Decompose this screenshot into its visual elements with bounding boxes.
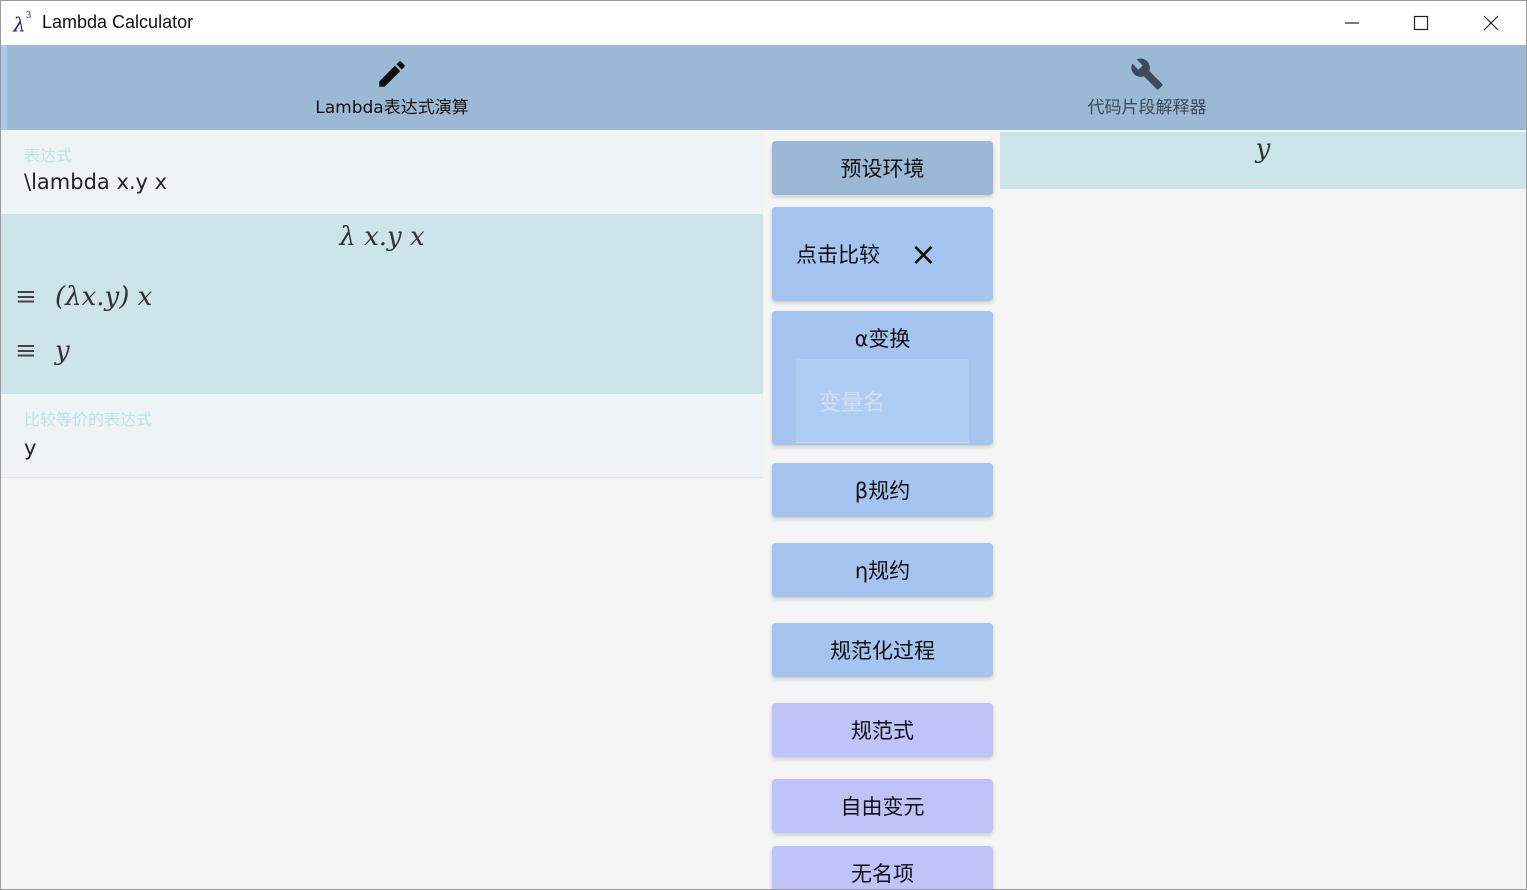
equivalence-symbol: ≡	[15, 336, 37, 366]
eta-reduction-button[interactable]: η规约	[772, 543, 993, 597]
beta-reduction-button[interactable]: β规约	[772, 463, 993, 517]
close-button[interactable]	[1456, 1, 1526, 45]
anonymous-term-button[interactable]: 无名项	[772, 846, 993, 889]
alpha-label: α变换	[854, 327, 911, 351]
action-column: 预设环境 点击比较 × α变换 变量名 β规约 η规约 规范化过程 规范式 自由…	[763, 132, 1000, 889]
close-icon: ×	[910, 235, 937, 273]
lambda-app-icon: λ3	[13, 11, 32, 37]
compare-input[interactable]: y	[24, 436, 36, 460]
step-expression: (λx.y) x	[55, 282, 153, 312]
app-window: λ3 Lambda Calculator Lambda表达式演算 代码片段解释器…	[0, 0, 1527, 890]
derivation-step: ≡ y	[15, 336, 70, 366]
top-navigation: Lambda表达式演算 代码片段解释器	[1, 45, 1526, 130]
wrench-icon	[1131, 58, 1163, 90]
tab-snippet-interpreter[interactable]: 代码片段解释器	[1022, 45, 1272, 130]
rendered-expression: λ x.y x	[339, 222, 425, 252]
variable-name-input[interactable]: 变量名	[796, 359, 969, 443]
result-expression: y	[1255, 134, 1271, 164]
tab-label: 代码片段解释器	[1087, 98, 1207, 118]
expression-input[interactable]: \lambda x.y x	[24, 170, 167, 194]
preset-environment-button[interactable]: 预设环境	[772, 141, 993, 195]
derivation-panel: λ x.y x ≡ (λx.y) x ≡ y	[1, 214, 763, 394]
title-bar[interactable]: λ3 Lambda Calculator	[1, 1, 1526, 45]
tab-lambda-calculus[interactable]: Lambda表达式演算	[267, 45, 517, 130]
free-variables-button[interactable]: 自由变元	[772, 779, 993, 833]
normal-form-button[interactable]: 规范式	[772, 703, 993, 757]
compare-label: 比较等价的表达式	[24, 410, 153, 429]
normalization-process-button[interactable]: 规范化过程	[772, 623, 993, 677]
pencil-icon	[379, 61, 405, 87]
equivalence-symbol: ≡	[15, 282, 37, 312]
derivation-step: ≡ (λx.y) x	[15, 282, 152, 312]
minimize-button[interactable]	[1317, 1, 1387, 45]
step-expression: y	[55, 336, 70, 366]
window-title: Lambda Calculator	[42, 12, 194, 32]
maximize-button[interactable]	[1386, 1, 1456, 45]
compare-button[interactable]: 点击比较 ×	[772, 207, 993, 301]
expression-label: 表达式	[24, 146, 73, 165]
result-panel: y	[1000, 132, 1526, 189]
maximize-icon	[1413, 15, 1429, 31]
alpha-conversion-button[interactable]: α变换 变量名	[772, 311, 993, 445]
close-icon	[1483, 15, 1499, 31]
minimize-icon	[1345, 22, 1359, 24]
tab-label: Lambda表达式演算	[315, 98, 469, 118]
compare-button-label: 点击比较	[796, 243, 880, 267]
compare-field[interactable]: 比较等价的表达式 y	[1, 394, 763, 478]
expression-field[interactable]: 表达式 \lambda x.y x	[1, 132, 763, 214]
